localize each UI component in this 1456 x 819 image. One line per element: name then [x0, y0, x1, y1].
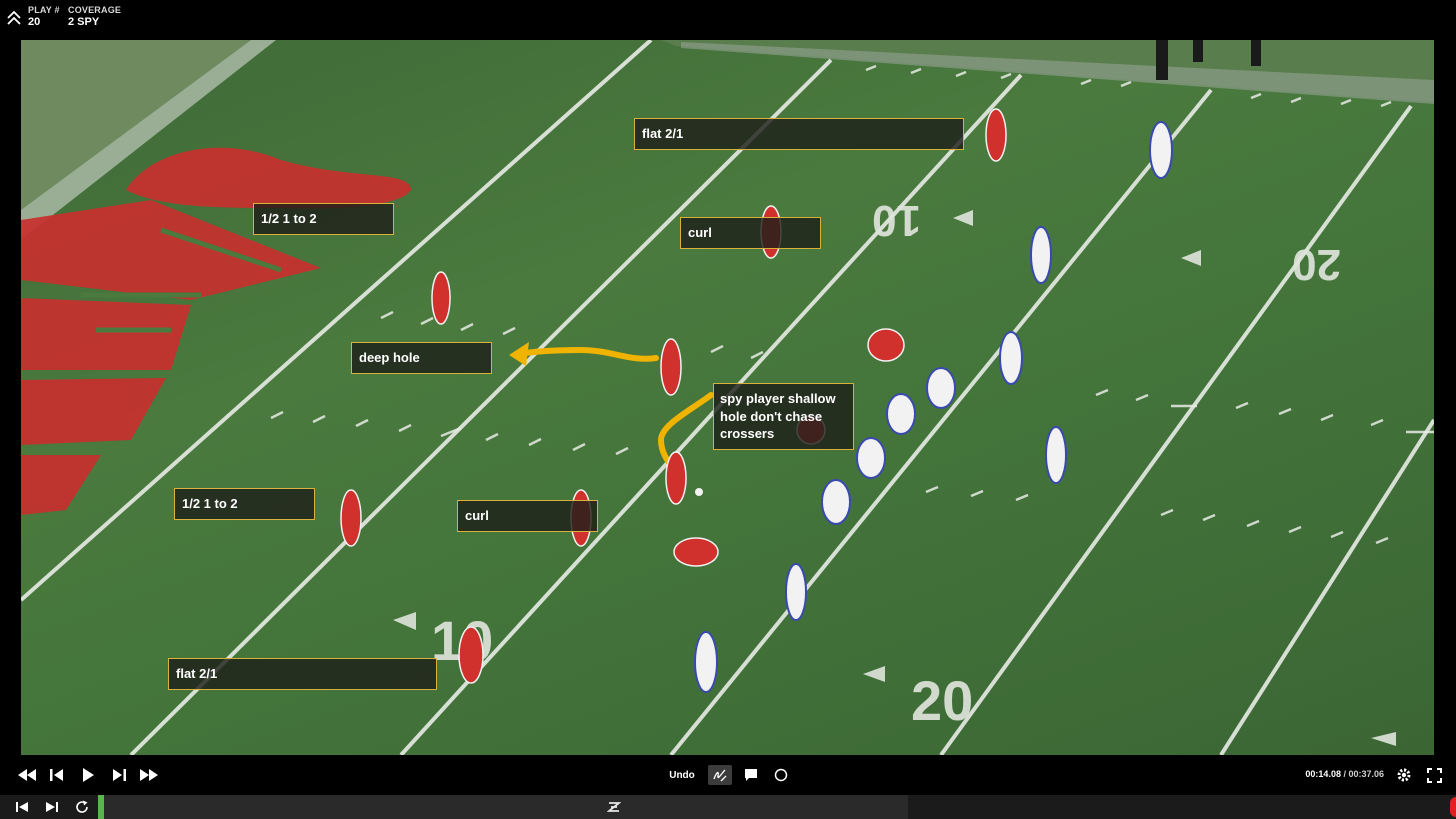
time-current: 00:14.08	[1305, 769, 1341, 779]
time-total: 00:37.06	[1348, 769, 1384, 779]
video-frame[interactable]: 10 20 10 20	[21, 40, 1434, 755]
play-number-value: 20	[28, 16, 41, 28]
yard-numbers: 10 20 10 20	[431, 196, 1341, 732]
skip-to-end-icon[interactable]	[44, 799, 60, 815]
play-icon[interactable]	[79, 765, 97, 785]
skip-to-start-icon[interactable]	[14, 799, 30, 815]
collapse-chevron-icon[interactable]	[6, 10, 22, 26]
coverage-label: COVERAGE	[68, 5, 122, 15]
time-display: 00:14.08 / 00:37.06	[1305, 769, 1384, 779]
logo-icon	[606, 799, 622, 815]
step-forward-icon[interactable]	[110, 765, 128, 785]
annotation-spy[interactable]: spy player shallow hole don't chase cros…	[713, 383, 854, 450]
fullscreen-icon[interactable]	[1425, 765, 1443, 785]
draw-icon[interactable]	[708, 765, 732, 785]
annotation-half-top[interactable]: 1/2 1 to 2	[253, 203, 394, 235]
replay-icon[interactable]	[74, 799, 90, 815]
settings-icon[interactable]	[1395, 765, 1413, 785]
timeline-track[interactable]	[98, 795, 908, 819]
yard-number: 20	[911, 669, 973, 732]
playback-controls: Undo 00:14.08 / 00:37.06	[0, 755, 1456, 795]
annotation-curl-bottom[interactable]: curl	[457, 500, 598, 532]
annotation-curl-top[interactable]: curl	[680, 217, 821, 249]
annotation-deep-hole[interactable]: deep hole	[351, 342, 492, 374]
yard-number: 10	[872, 196, 921, 245]
annotation-flat-top[interactable]: flat 2/1	[634, 118, 964, 150]
comment-icon[interactable]	[742, 765, 760, 785]
circle-icon[interactable]	[772, 765, 790, 785]
record-indicator	[1450, 797, 1456, 817]
timeline-progress[interactable]	[98, 795, 105, 819]
step-back-icon[interactable]	[48, 765, 66, 785]
rewind-icon[interactable]	[16, 765, 38, 785]
route-drawings	[513, 346, 714, 475]
football	[695, 488, 703, 496]
play-number: PLAY # 20	[28, 4, 60, 28]
yard-number: 20	[1292, 240, 1341, 289]
right-gutter	[1434, 40, 1456, 755]
deep-hole-route	[513, 346, 659, 362]
left-gutter	[0, 40, 21, 755]
deep-hole-arrowhead	[509, 342, 529, 366]
bottom-bar	[0, 795, 1456, 819]
coverage: COVERAGE 2 SPY	[68, 4, 121, 28]
annotation-half-bottom[interactable]: 1/2 1 to 2	[174, 488, 315, 520]
play-number-label: PLAY #	[28, 5, 60, 15]
annotation-flat-bottom[interactable]: flat 2/1	[168, 658, 437, 690]
coverage-value: 2 SPY	[68, 16, 100, 28]
fast-forward-icon[interactable]	[138, 765, 160, 785]
undo-button[interactable]: Undo	[668, 765, 696, 785]
top-bar: PLAY # 20 COVERAGE 2 SPY	[0, 0, 1456, 40]
